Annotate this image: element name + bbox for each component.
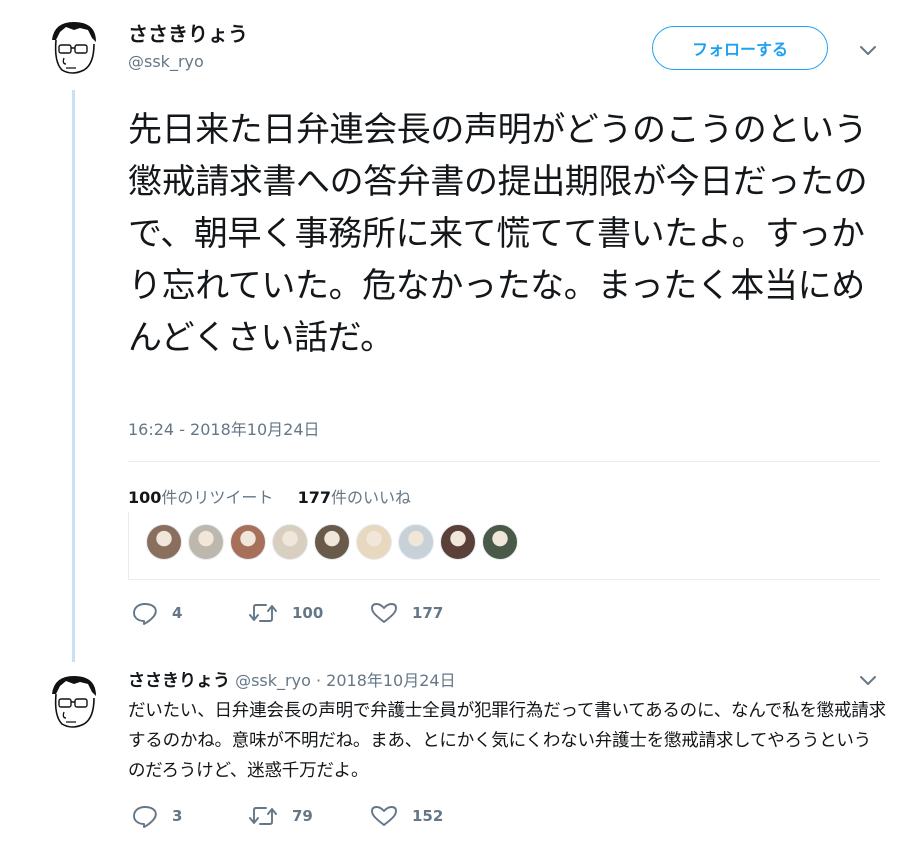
liker-avatar[interactable] [188, 524, 224, 560]
display-name[interactable]: ささきりょう [128, 18, 248, 47]
divider [128, 461, 880, 462]
liker-avatar[interactable] [314, 524, 350, 560]
reply-header: ささきりょう @ssk_ryo · 2018年10月24日 [128, 666, 456, 691]
likes-stat[interactable]: 177件のいいね [298, 488, 411, 507]
like-action[interactable]: 177 [370, 601, 443, 625]
retweets-label: 件のリツイート [161, 488, 274, 507]
reply-separator: · [315, 671, 322, 690]
liker-avatar[interactable] [482, 524, 518, 560]
divider-vertical [128, 512, 129, 580]
avatar-drawing [52, 22, 96, 74]
reply-date[interactable]: 2018年10月24日 [326, 671, 455, 690]
liker-avatars [146, 524, 518, 560]
liker-avatar[interactable] [356, 524, 392, 560]
like-count: 152 [412, 807, 444, 825]
chevron-down-icon[interactable] [856, 668, 880, 692]
likes-label: 件のいいね [331, 488, 412, 507]
avatar-drawing [52, 676, 96, 728]
heart-icon [370, 601, 398, 625]
retweet-count: 100 [292, 604, 324, 622]
divider [128, 579, 880, 580]
liker-avatar[interactable] [440, 524, 476, 560]
reply-action[interactable]: 3 [132, 804, 182, 828]
likes-count: 177 [297, 488, 332, 507]
retweet-count: 79 [292, 807, 313, 825]
follow-button[interactable]: フォローする [652, 26, 828, 70]
avatar[interactable] [44, 18, 104, 78]
liker-avatar[interactable] [272, 524, 308, 560]
retweet-action[interactable]: 79 [248, 804, 313, 828]
liker-avatar[interactable] [398, 524, 434, 560]
thread-line [72, 90, 75, 662]
handle[interactable]: @ssk_ryo [128, 52, 204, 71]
reply-display-name[interactable]: ささきりょう [128, 671, 230, 691]
like-count: 177 [412, 604, 444, 622]
retweet-icon [248, 601, 278, 625]
retweet-action[interactable]: 100 [248, 601, 323, 625]
reply-icon [132, 804, 158, 828]
retweets-count: 100 [128, 488, 162, 507]
reply-text: だいたい、日弁連会長の声明で弁護士全員が犯罪行為だって書いてあるのに、なんで私を… [128, 701, 886, 781]
liker-avatar[interactable] [230, 524, 266, 560]
like-action[interactable]: 152 [370, 804, 443, 828]
chevron-down-icon[interactable] [856, 38, 880, 62]
reply-count: 4 [172, 604, 183, 622]
heart-icon [370, 804, 398, 828]
retweets-stat[interactable]: 100件のリツイート [128, 488, 273, 507]
avatar[interactable] [44, 672, 104, 732]
reply-action[interactable]: 4 [132, 601, 182, 625]
retweet-icon [248, 804, 278, 828]
tweet-text: 先日来た日弁連会長の声明がどうのこうのという懲戒請求書への答弁書の提出期限が今日… [128, 110, 868, 358]
liker-avatar[interactable] [146, 524, 182, 560]
reply-icon [132, 601, 158, 625]
tweet-timestamp[interactable]: 16:24 - 2018年10月24日 [128, 416, 320, 440]
reply-count: 3 [172, 807, 183, 825]
reply-handle[interactable]: @ssk_ryo [235, 671, 311, 690]
engagement-stats: 100件のリツイート 177件のいいね [128, 484, 411, 508]
